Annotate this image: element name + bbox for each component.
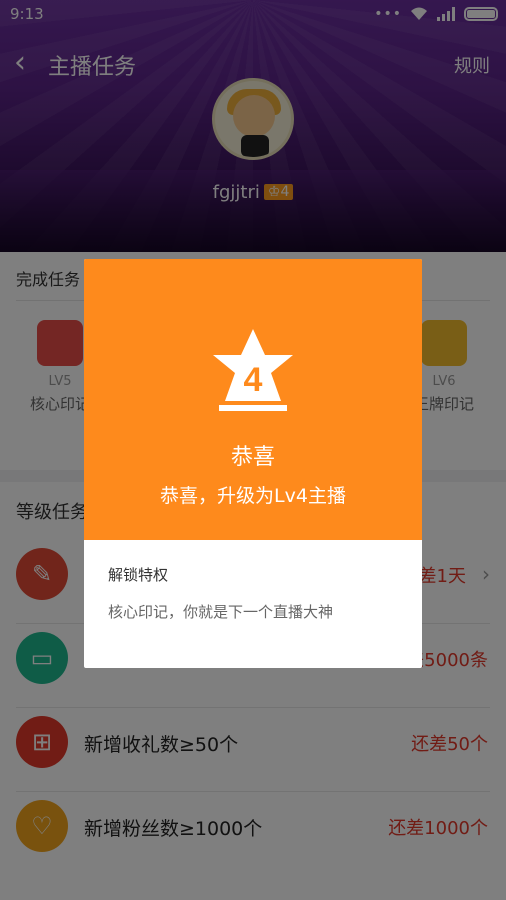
dialog-header: 4 恭喜 恭喜，升级为Lv4主播 [84, 259, 422, 540]
dialog-title: 恭喜 [230, 445, 275, 470]
dialog-subtitle: 恭喜，升级为Lv4主播 [160, 485, 346, 507]
level-up-dialog[interactable]: 4 恭喜 恭喜，升级为Lv4主播 解锁特权 核心印记，你就是下一个直播大神 [84, 259, 422, 668]
level-number: 4 [244, 361, 263, 399]
level-star-icon: 4 [213, 329, 293, 411]
unlock-title: 解锁特权 [108, 566, 169, 584]
unlock-description: 核心印记，你就是下一个直播大神 [108, 603, 334, 621]
